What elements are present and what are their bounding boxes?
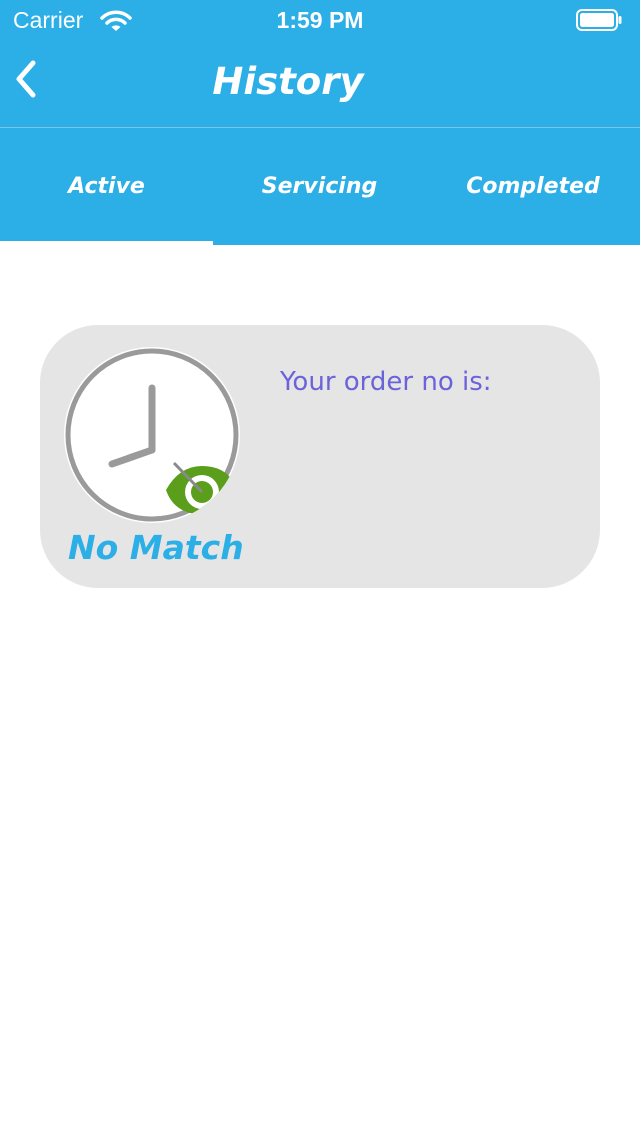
tab-active[interactable]: Active <box>0 128 213 245</box>
status-time: 1:59 PM <box>276 7 364 33</box>
navigation-header: Carrier 1:59 PM History <box>0 0 640 127</box>
match-status: No Match <box>68 528 244 567</box>
status-bar: Carrier 1:59 PM <box>0 0 640 40</box>
selected-tab-indicator <box>0 241 213 245</box>
tab-completed[interactable]: Completed <box>426 128 640 245</box>
page-title: History <box>212 60 364 103</box>
history-tabs: Active Servicing Completed <box>0 128 640 245</box>
tab-servicing[interactable]: Servicing <box>213 128 426 245</box>
battery-icon <box>576 9 622 31</box>
order-card[interactable]: No Match Your order no is: <box>40 325 600 588</box>
order-number-label: Your order no is: <box>280 367 492 397</box>
clock-with-eye-icon <box>64 347 240 523</box>
